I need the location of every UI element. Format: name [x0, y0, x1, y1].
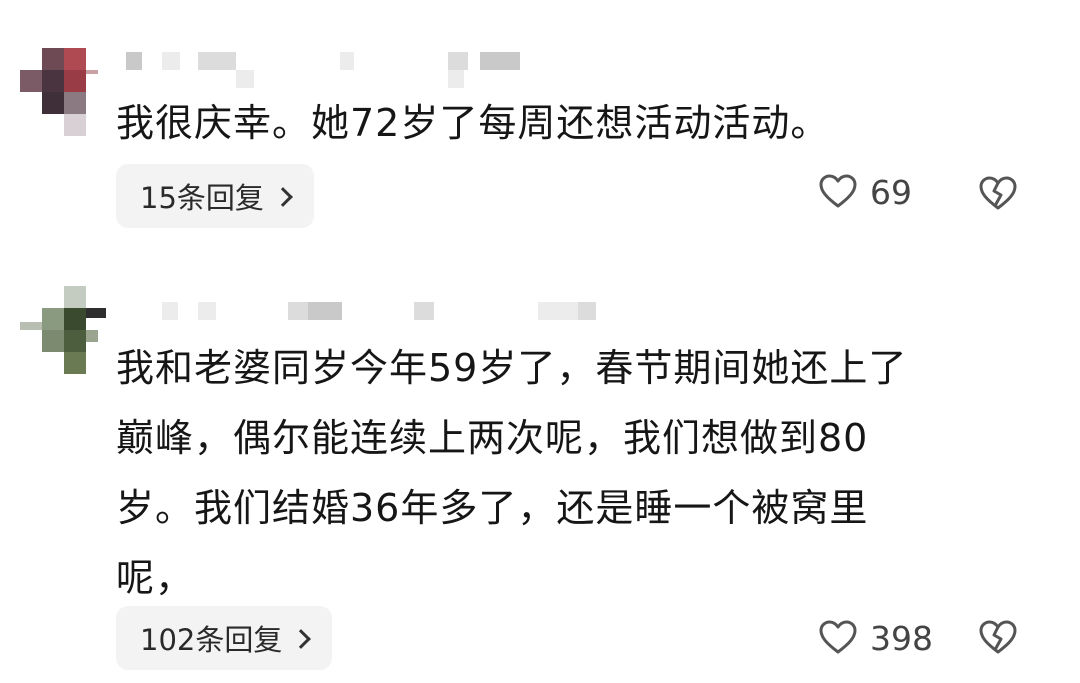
broken-heart-icon [978, 176, 1018, 218]
dislike-button[interactable] [978, 174, 1018, 218]
replies-label: 15条回复 [140, 181, 264, 215]
replies-label: 102条回复 [140, 623, 283, 657]
view-replies-button[interactable]: 15条回复 [116, 164, 314, 228]
like-count: 398 [870, 618, 933, 658]
broken-heart-icon [978, 620, 1018, 662]
avatar[interactable] [20, 48, 108, 136]
chevron-right-icon [291, 628, 312, 649]
comment-text: 我和老婆同岁今年59岁了，春节期间她还上了 巅峰，偶尔能连续上两次呢，我们想做到… [116, 346, 908, 600]
like-button[interactable]: 69 [818, 172, 912, 212]
username-redacted[interactable] [118, 302, 618, 324]
like-button[interactable]: 398 [818, 618, 933, 658]
heart-outline-icon [818, 618, 858, 658]
avatar[interactable] [20, 286, 108, 374]
heart-outline-icon [818, 172, 858, 212]
view-replies-button[interactable]: 102条回复 [116, 606, 333, 670]
dislike-button[interactable] [978, 618, 1018, 662]
comment-text: 我很庆幸。她72岁了每周还想活动活动。 [116, 101, 830, 145]
username-redacted[interactable] [118, 52, 618, 88]
chevron-right-icon [273, 186, 293, 207]
like-count: 69 [870, 172, 912, 212]
